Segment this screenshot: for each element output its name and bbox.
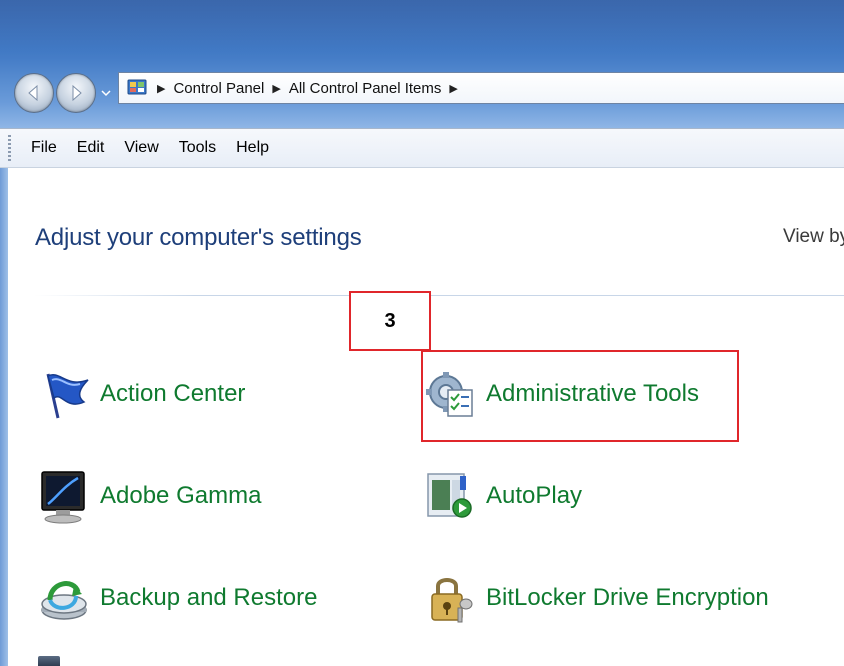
forward-arrow-icon	[72, 84, 82, 102]
highlight-box	[421, 350, 739, 442]
window-left-border	[0, 168, 8, 666]
monitor-icon	[36, 468, 92, 524]
item-label[interactable]: Action Center	[100, 380, 245, 408]
item-label[interactable]: Adobe Gamma	[100, 482, 261, 510]
toolbar-grip[interactable]	[8, 135, 11, 161]
autoplay-icon	[422, 468, 478, 524]
breadcrumb-separator-icon[interactable]: ▶	[272, 82, 280, 95]
item-action-center[interactable]: Action Center	[36, 366, 245, 422]
breadcrumb-control-panel[interactable]: Control Panel	[173, 80, 264, 97]
next-item-icon	[38, 656, 60, 666]
item-label[interactable]: BitLocker Drive Encryption	[486, 584, 769, 612]
view-by-label: View by	[783, 226, 844, 247]
item-backup-and-restore[interactable]: Backup and Restore	[36, 570, 317, 626]
menu-tools[interactable]: Tools	[169, 139, 226, 157]
item-bitlocker-drive-encryption[interactable]: BitLocker Drive Encryption	[422, 570, 769, 626]
menu-file[interactable]: File	[21, 139, 67, 157]
forward-button[interactable]	[56, 73, 96, 113]
step-number-callout: 3	[349, 291, 431, 351]
control-panel-content: Adjust your computer's settings View by …	[8, 168, 844, 666]
address-bar[interactable]: ▶ Control Panel ▶ All Control Panel Item…	[118, 72, 844, 104]
item-label[interactable]: Backup and Restore	[100, 584, 317, 612]
item-label[interactable]: AutoPlay	[486, 482, 582, 510]
control-panel-icon	[125, 77, 149, 99]
backup-icon	[36, 570, 92, 626]
back-button[interactable]	[14, 73, 54, 113]
menu-edit[interactable]: Edit	[67, 139, 115, 157]
page-title: Adjust your computer's settings	[35, 224, 362, 251]
breadcrumb-all-items[interactable]: All Control Panel Items	[289, 80, 442, 97]
chevron-down-icon	[101, 90, 111, 97]
breadcrumb-separator-icon[interactable]: ▶	[449, 82, 457, 95]
breadcrumb-separator-icon[interactable]: ▶	[157, 82, 165, 95]
flag-icon	[36, 366, 92, 422]
window-title-bar	[0, 0, 844, 128]
back-arrow-icon	[28, 84, 38, 102]
menu-bar: File Edit View Tools Help	[0, 128, 844, 168]
menu-help[interactable]: Help	[226, 139, 279, 157]
heading-divider	[34, 295, 844, 296]
padlock-key-icon	[422, 570, 478, 626]
item-adobe-gamma[interactable]: Adobe Gamma	[36, 468, 261, 524]
recent-pages-dropdown[interactable]	[99, 86, 113, 100]
menu-view[interactable]: View	[114, 139, 168, 157]
item-autoplay[interactable]: AutoPlay	[422, 468, 582, 524]
